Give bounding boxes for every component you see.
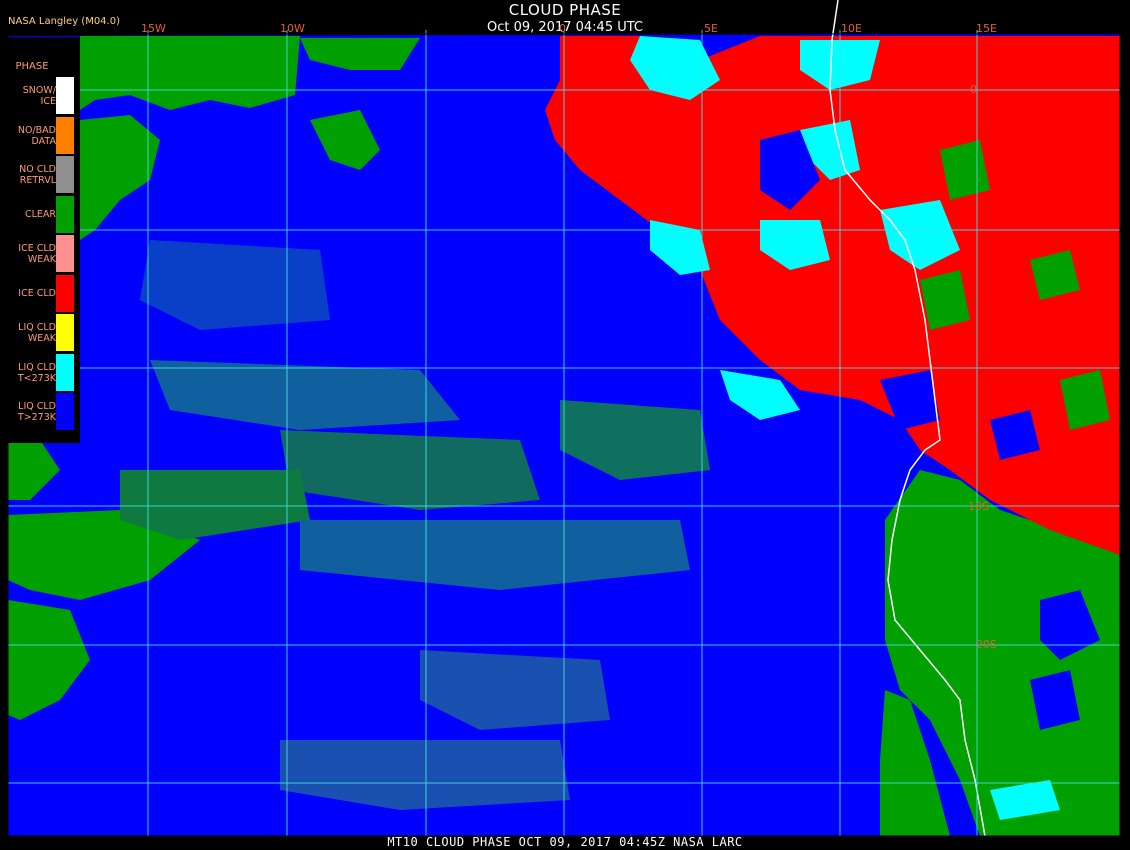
legend-label: SNOW/ ICE: [22, 85, 56, 107]
legend-swatch: [56, 235, 74, 272]
legend-swatch: [56, 116, 74, 154]
phase-legend: PHASE SNOW/ ICE NO/BAD DATA NO CLD RETRVL C…: [8, 37, 80, 443]
lon-label-10e: 10E: [841, 22, 862, 35]
lat-label-20s: 20S: [976, 638, 997, 651]
lat-label-0: 0: [970, 83, 977, 96]
legend-swatch: [56, 195, 74, 233]
footer-caption: MT10 CLOUD PHASE OCT 09, 2017 04:45Z NAS…: [387, 835, 743, 849]
cloud-phase-map: [7, 0, 1121, 837]
legend-swatch: [56, 77, 74, 114]
legend-label: LIQ CLD WEAK: [18, 322, 56, 344]
legend-label: CLEAR: [24, 208, 56, 220]
legend-swatch: [56, 156, 74, 193]
legend-title: PHASE: [15, 61, 49, 72]
legend-label: NO CLD RETRVL: [19, 164, 56, 186]
legend-label: LIQ CLD T<273K: [17, 361, 56, 384]
lon-label-0: 0: [559, 22, 566, 35]
lat-label-10s: 10S: [968, 500, 989, 513]
map-title: CLOUD PHASE: [508, 1, 622, 19]
lon-label-15w: 15W: [141, 22, 166, 35]
lon-label-5e: 5E: [704, 22, 718, 35]
legend-label: LIQ CLD T>273K: [17, 401, 56, 423]
legend-label: ICE CLD: [18, 287, 56, 299]
legend-swatch: [56, 274, 74, 312]
legend-label: NO/BAD DATA: [17, 124, 56, 147]
lon-label-15e: 15E: [976, 22, 997, 35]
legend-label: ICE CLD WEAK: [18, 243, 56, 265]
legend-swatch: [56, 393, 74, 430]
legend-swatch: [56, 314, 74, 351]
lon-label-10w: 10W: [280, 22, 305, 35]
legend-swatch: [56, 353, 74, 391]
